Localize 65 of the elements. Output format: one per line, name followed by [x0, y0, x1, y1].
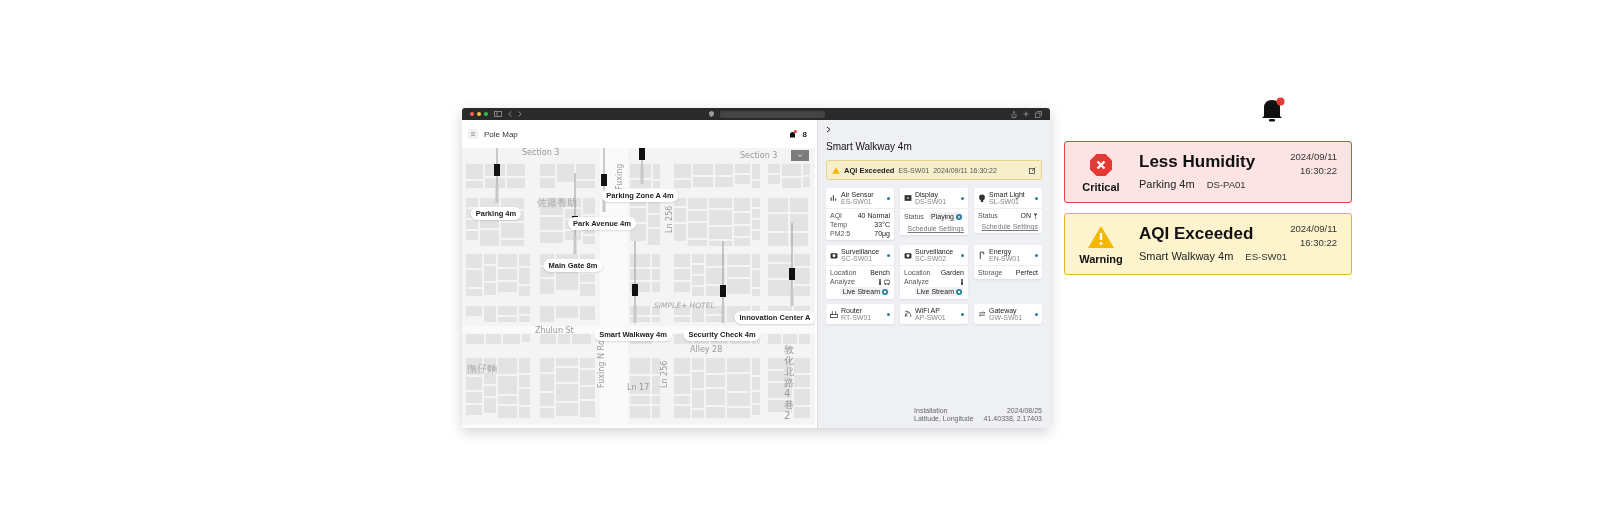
zoom-dot-icon[interactable] [484, 112, 488, 116]
light-icon [978, 194, 986, 202]
street-label: Ln 256 [660, 360, 669, 388]
light-pole-drawing[interactable] [494, 148, 500, 203]
bell-icon[interactable] [1261, 97, 1285, 123]
back-icon[interactable] [508, 111, 512, 117]
street-label: Zhulun St [535, 326, 574, 335]
play-icon [956, 213, 962, 220]
light-pole-drawing[interactable] [632, 241, 638, 323]
router-icon [830, 310, 838, 318]
street-label: Section 3 [740, 151, 778, 160]
shield-icon[interactable] [708, 111, 714, 117]
notification-count: 8 [802, 129, 807, 139]
street-label: Section 3 [522, 148, 560, 157]
alert-title: Less Humidity [1139, 152, 1257, 172]
person-icon [960, 278, 964, 285]
person-icon [878, 278, 882, 285]
camera-icon [830, 251, 838, 259]
edit-icon[interactable] [1029, 166, 1036, 174]
sidebar-icon[interactable] [494, 111, 502, 117]
alert-time: 16:30:22 [1300, 165, 1337, 176]
warning-icon [1088, 226, 1114, 248]
light-pole-drawing[interactable] [789, 223, 795, 306]
device-id: DS-PA01 [1206, 179, 1246, 190]
alert-notification[interactable]: Critical Less Humidity Parking 4m DS-PA01 2024/09/11 16:30:22 [1064, 141, 1352, 203]
severity-label: Warning [1079, 253, 1123, 265]
app-title: Pole Map [484, 129, 518, 139]
energy-icon [978, 251, 986, 259]
gateway-icon [978, 310, 986, 318]
forward-icon[interactable] [518, 111, 522, 117]
car-icon [884, 278, 890, 285]
street-label: 敦化北路4巷2 [784, 344, 794, 421]
pole-name: Smart Walkway 4m [1139, 250, 1234, 262]
street-label: Ln 256 [665, 205, 674, 233]
alert-date: 2024/09/11 [1290, 151, 1337, 162]
street-label: Ln 17 [627, 383, 650, 392]
chevron-right-icon[interactable] [826, 126, 831, 133]
alert-time: 16:30:22 [1300, 237, 1337, 248]
error-icon [1090, 154, 1112, 176]
close-dot-icon[interactable] [470, 112, 474, 116]
alert-title: AQI Exceeded [1139, 224, 1255, 244]
street-label: Alley 28 [690, 345, 723, 354]
pole-title: Smart Walkway 4m [826, 141, 913, 152]
share-icon[interactable] [1011, 110, 1017, 118]
light-pole-drawing[interactable] [720, 241, 726, 323]
plus-icon[interactable] [1023, 111, 1029, 117]
light-pole-drawing[interactable] [639, 148, 645, 184]
sensor-icon [830, 194, 838, 202]
device-id: ES-SW01 [1245, 251, 1288, 262]
warning-icon [832, 166, 840, 174]
pole-name: Parking 4m [1139, 178, 1195, 190]
record-icon [956, 288, 962, 295]
alert-date: 2024/09/11 [1290, 223, 1337, 234]
alert-notification[interactable]: Warning AQI Exceeded Smart Walkway 4m ES-SW01 2024/09/11 16:30:22 [1064, 213, 1352, 275]
wifi-icon [904, 310, 912, 318]
tabs-icon[interactable] [1035, 110, 1042, 118]
severity-label: Critical [1082, 181, 1120, 193]
camera-icon [904, 251, 912, 259]
minimize-dot-icon[interactable] [477, 112, 481, 116]
street-label: Fuxing [615, 163, 624, 190]
record-icon [882, 288, 888, 295]
street-label: Fuxing N Rd [597, 339, 606, 388]
alarm-icon[interactable] [788, 130, 797, 138]
lamp-icon[interactable] [1033, 212, 1038, 219]
display-icon [904, 194, 912, 202]
